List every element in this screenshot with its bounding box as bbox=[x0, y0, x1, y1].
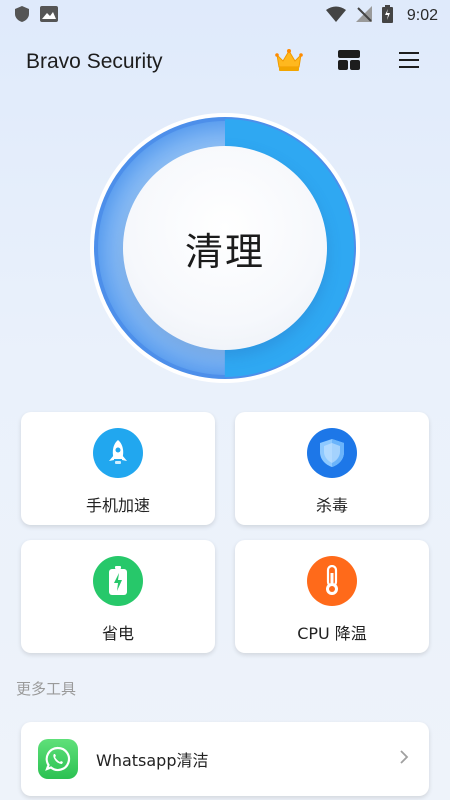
antivirus-label: 杀毒 bbox=[315, 496, 348, 515]
battery-charging-icon bbox=[381, 5, 393, 27]
whatsapp-icon bbox=[38, 739, 78, 779]
chevron-right-icon bbox=[399, 749, 409, 769]
clean-label: 清理 bbox=[184, 229, 265, 274]
battery-icon bbox=[93, 556, 143, 606]
whatsapp-clean-label: Whatsapp清洁 bbox=[96, 751, 209, 770]
app-header: Bravo Security bbox=[0, 38, 450, 86]
more-tools-heading: 更多工具 bbox=[16, 680, 77, 698]
menu-icon bbox=[399, 51, 419, 73]
phone-boost-label: 手机加速 bbox=[85, 496, 150, 515]
dashboard-button[interactable] bbox=[334, 47, 364, 77]
clean-progress-ring: 清理 bbox=[88, 111, 362, 385]
app-title: Bravo Security bbox=[26, 50, 163, 73]
menu-button[interactable] bbox=[394, 47, 424, 77]
no-signal-icon bbox=[355, 6, 372, 26]
thermometer-icon bbox=[307, 556, 357, 606]
power-saving-card[interactable]: 省电 bbox=[21, 540, 215, 653]
power-saving-label: 省电 bbox=[101, 624, 134, 643]
whatsapp-clean-item[interactable]: Whatsapp清洁 bbox=[21, 722, 429, 796]
cpu-cooler-label: CPU 降温 bbox=[297, 624, 367, 643]
shield-icon bbox=[307, 428, 357, 478]
premium-button[interactable] bbox=[274, 47, 304, 77]
antivirus-card[interactable]: 杀毒 bbox=[235, 412, 429, 525]
status-bar: 9:02 bbox=[0, 0, 450, 32]
status-time: 9:02 bbox=[406, 7, 438, 24]
clean-button[interactable]: 清理 bbox=[123, 146, 327, 350]
shield-icon bbox=[14, 5, 30, 27]
phone-boost-card[interactable]: 手机加速 bbox=[21, 412, 215, 525]
wifi-icon bbox=[325, 6, 346, 26]
dashboard-icon bbox=[338, 50, 360, 74]
rocket-icon bbox=[93, 428, 143, 478]
cpu-cooler-card[interactable]: CPU 降温 bbox=[235, 540, 429, 653]
crown-icon bbox=[274, 48, 304, 76]
image-icon bbox=[40, 6, 58, 26]
